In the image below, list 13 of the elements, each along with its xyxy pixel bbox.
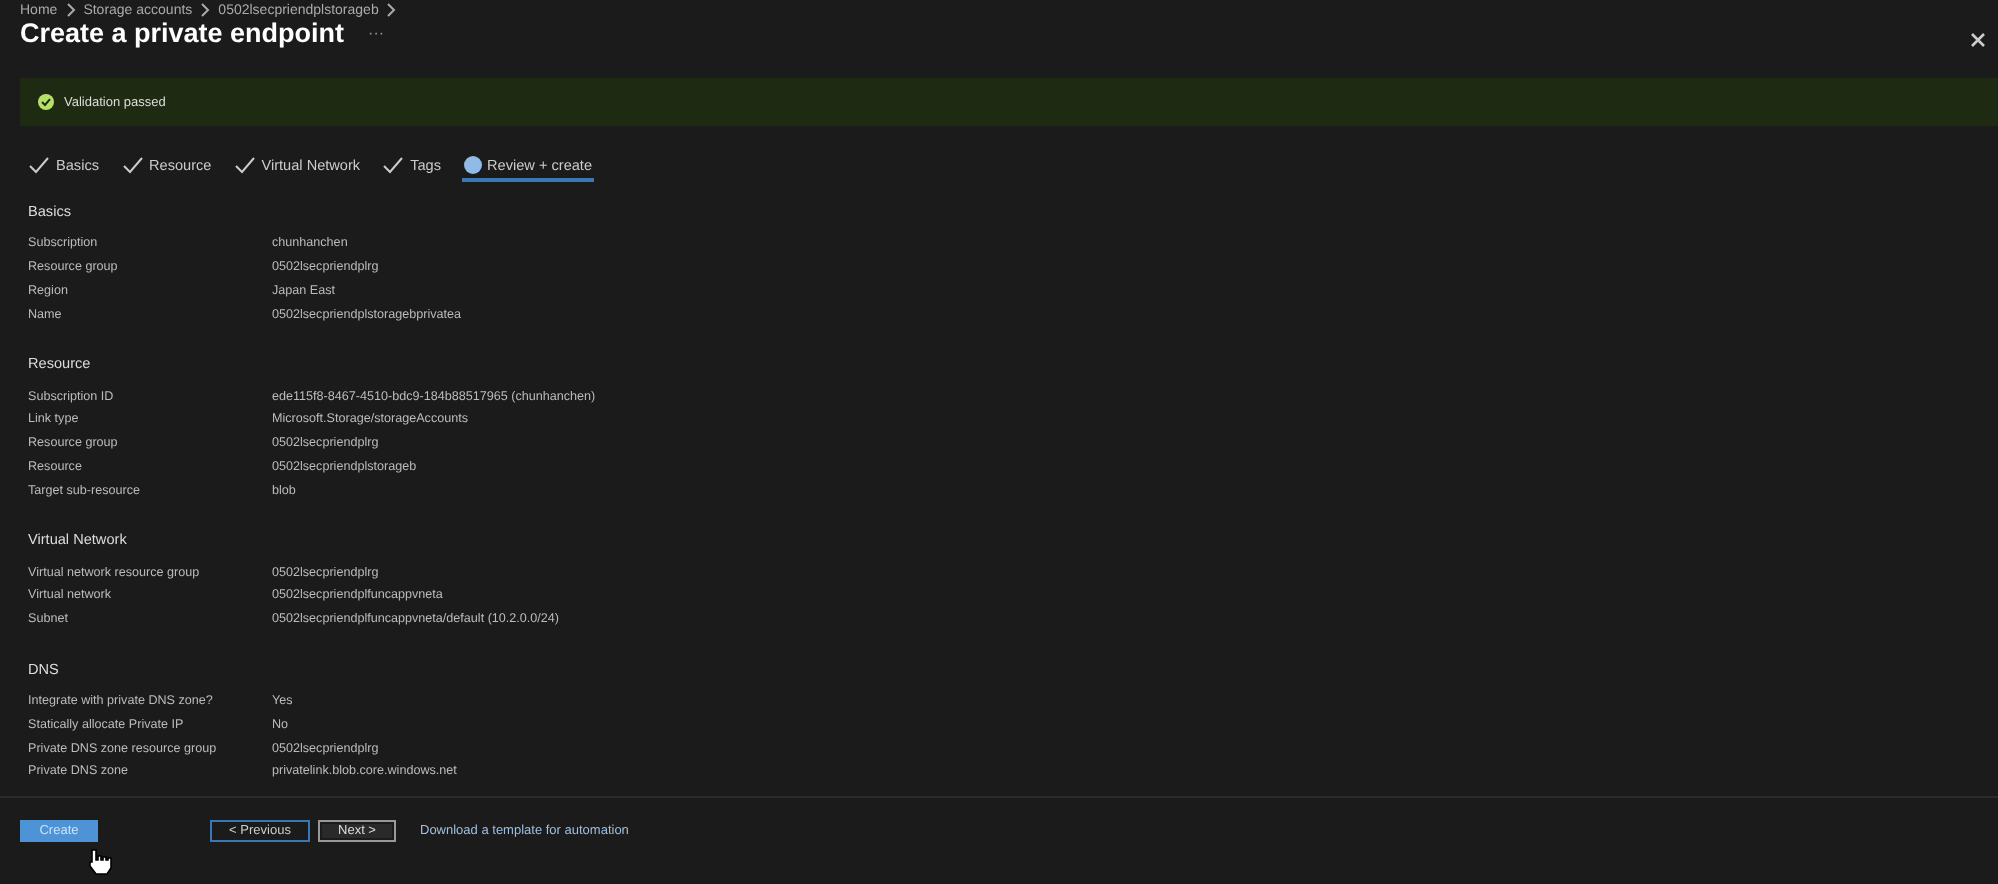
chevron-icon <box>65 2 76 18</box>
checkmark-icon <box>28 156 50 174</box>
checkmark-icon <box>233 156 256 174</box>
page-title: Create a private endpoint <box>20 18 345 48</box>
chevron-icon <box>386 2 397 18</box>
check-circle-icon <box>38 94 54 110</box>
checkmark-icon <box>121 156 143 174</box>
checkmark-icon <box>382 156 405 174</box>
close-icon[interactable] <box>1970 32 1986 48</box>
hand-cursor-icon <box>86 848 114 876</box>
more-button[interactable]: ··· <box>368 24 385 42</box>
circle-icon <box>463 156 481 174</box>
chevron-icon <box>200 2 211 18</box>
